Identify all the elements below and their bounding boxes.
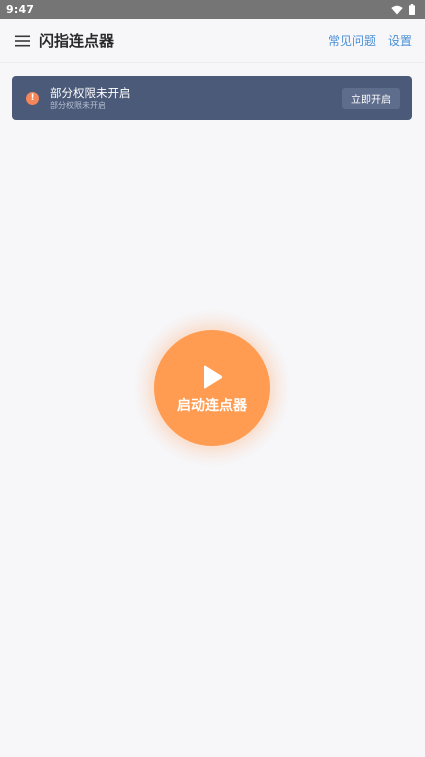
enable-now-button[interactable]: 立即开启 bbox=[342, 87, 400, 109]
app-title: 闪指连点器 bbox=[39, 32, 115, 50]
app-bar-actions: 常见问题 设置 bbox=[328, 32, 412, 49]
permission-title: 部分权限未开启 bbox=[50, 85, 131, 100]
battery-icon bbox=[409, 4, 415, 15]
status-time: 9:47 bbox=[6, 3, 35, 16]
permission-subtitle: 部分权限未开启 bbox=[50, 100, 106, 110]
permission-text: 部分权限未开启 部分权限未开启 bbox=[50, 86, 342, 111]
warning-icon: ! bbox=[26, 91, 39, 105]
start-clicker-label: 启动连点器 bbox=[177, 398, 247, 414]
app-bar: 闪指连点器 常见问题 设置 bbox=[0, 19, 425, 63]
status-icons bbox=[391, 4, 415, 15]
status-bar: 9:47 bbox=[0, 0, 425, 19]
app-screen: 9:47 闪指连点器 常见问题 设置 ! 部分权限未开启 部分权限未开启 立即开… bbox=[0, 0, 425, 757]
settings-link[interactable]: 设置 bbox=[388, 32, 412, 49]
hamburger-menu-icon[interactable] bbox=[14, 33, 30, 49]
play-icon bbox=[200, 365, 224, 389]
start-clicker-button[interactable]: 启动连点器 bbox=[154, 330, 270, 446]
permission-banner: ! 部分权限未开启 部分权限未开启 立即开启 bbox=[12, 76, 412, 120]
wifi-icon bbox=[391, 5, 403, 15]
faq-link[interactable]: 常见问题 bbox=[328, 32, 376, 49]
